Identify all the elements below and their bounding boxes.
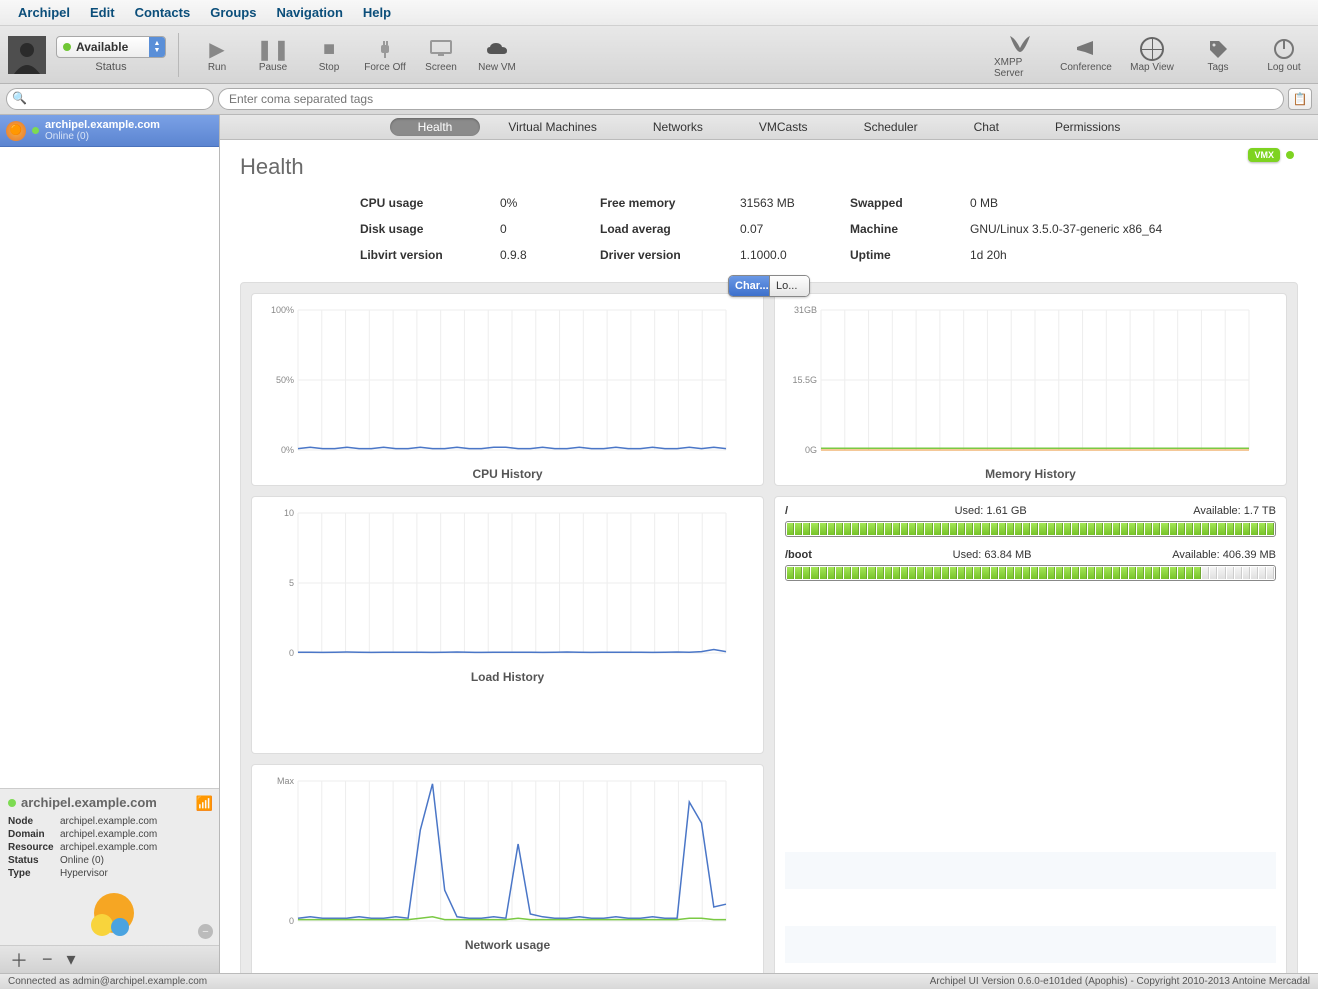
tab-vmcasts[interactable]: VMCasts xyxy=(731,115,836,139)
content-area: Health Virtual Machines Networks VMCasts… xyxy=(220,115,1318,973)
globe-icon xyxy=(1140,36,1164,62)
info-panel: 📶 archipel.example.com Nodearchipel.exam… xyxy=(0,788,219,945)
pause-button[interactable]: ❚❚Pause xyxy=(247,36,299,73)
svg-text:0G: 0G xyxy=(805,445,817,455)
memory-chart: 0G15.5G31GB Memory History xyxy=(774,293,1287,486)
svg-text:0: 0 xyxy=(289,648,294,658)
cpu-chart: 0%50%100% CPU History xyxy=(251,293,764,486)
segmented-control: Char... Lo... xyxy=(728,275,810,297)
signal-icon: 📶 xyxy=(196,795,213,812)
tab-networks[interactable]: Networks xyxy=(625,115,731,139)
roster-item[interactable]: 🟠 archipel.example.com Online (0) xyxy=(0,115,219,147)
play-icon: ▶ xyxy=(209,36,224,62)
status-value: Available xyxy=(76,40,128,54)
monitor-icon xyxy=(430,36,452,62)
megaphone-icon xyxy=(1075,36,1097,62)
conference-button[interactable]: Conference xyxy=(1060,36,1112,73)
collapse-button[interactable]: − xyxy=(198,924,213,939)
pause-icon: ❚❚ xyxy=(256,36,290,62)
stats-grid: CPU usage0% Free memory31563 MB Swapped0… xyxy=(360,196,1298,262)
connection-status: Connected as admin@archipel.example.com xyxy=(8,976,207,987)
hypervisor-avatar-icon xyxy=(8,889,211,941)
cloud-icon xyxy=(485,36,509,62)
hypervisor-icon: 🟠 xyxy=(6,121,26,141)
roster-sub: Online (0) xyxy=(45,131,160,142)
roster-name: archipel.example.com xyxy=(45,119,160,131)
power-icon xyxy=(1273,36,1295,62)
svg-text:0: 0 xyxy=(289,916,294,926)
svg-text:50%: 50% xyxy=(276,375,294,385)
svg-text:31GB: 31GB xyxy=(794,305,817,315)
svg-text:100%: 100% xyxy=(271,305,294,315)
tab-health[interactable]: Health xyxy=(390,118,481,136)
xmpp-button[interactable]: XMPP Server xyxy=(994,31,1046,79)
search-input[interactable] xyxy=(6,88,214,110)
tab-scheduler[interactable]: Scheduler xyxy=(836,115,946,139)
disk-row: /bootUsed: 63.84 MBAvailable: 406.39 MB xyxy=(785,549,1276,581)
main-toolbar: Available ▲▼ Status ▶Run ❚❚Pause ■Stop F… xyxy=(0,26,1318,84)
stop-icon: ■ xyxy=(323,36,335,62)
seg-logs[interactable]: Lo... xyxy=(769,276,809,296)
tags-input[interactable] xyxy=(218,88,1284,110)
tab-permissions[interactable]: Permissions xyxy=(1027,115,1148,139)
tag-apply-button[interactable]: 📋 xyxy=(1288,88,1312,110)
load-chart: 0510 Load History xyxy=(251,496,764,754)
tags-button[interactable]: Tags xyxy=(1192,36,1244,73)
menu-archipel[interactable]: Archipel xyxy=(8,3,80,22)
svg-text:10: 10 xyxy=(284,508,294,518)
tab-chat[interactable]: Chat xyxy=(946,115,1027,139)
menu-bar: Archipel Edit Contacts Groups Navigation… xyxy=(0,0,1318,26)
status-dropdown[interactable]: Available ▲▼ xyxy=(56,36,166,58)
menu-edit[interactable]: Edit xyxy=(80,3,125,22)
page-title: Health xyxy=(240,154,1298,180)
version-info: Archipel UI Version 0.6.0-e101ded (Apoph… xyxy=(930,976,1310,987)
xmpp-icon xyxy=(1008,31,1032,57)
menu-navigation[interactable]: Navigation xyxy=(266,3,352,22)
svg-text:0%: 0% xyxy=(281,445,294,455)
health-dot-icon xyxy=(1286,151,1294,159)
plug-icon xyxy=(375,36,395,62)
menu-help[interactable]: Help xyxy=(353,3,401,22)
chevron-updown-icon: ▲▼ xyxy=(149,37,165,57)
add-button[interactable]: ＋ xyxy=(10,947,28,973)
status-label: Status xyxy=(95,61,126,73)
svg-text:Max: Max xyxy=(277,776,295,786)
screen-button[interactable]: Screen xyxy=(415,36,467,73)
seg-charts[interactable]: Char... xyxy=(729,276,769,296)
status-bar: Connected as admin@archipel.example.com … xyxy=(0,973,1318,989)
disk-row: /Used: 1.61 GBAvailable: 1.7 TB xyxy=(785,505,1276,537)
remove-button[interactable]: − xyxy=(42,949,53,970)
forceoff-button[interactable]: Force Off xyxy=(359,36,411,73)
tag-icon xyxy=(1207,36,1229,62)
newvm-button[interactable]: New VM xyxy=(471,36,523,73)
network-chart: 0Max Network usage xyxy=(251,764,764,974)
tag-bar: 📋 xyxy=(0,84,1318,115)
avatar[interactable] xyxy=(8,36,46,74)
run-button[interactable]: ▶Run xyxy=(191,36,243,73)
group-dropdown-button[interactable]: ▾ xyxy=(67,949,76,970)
clipboard-icon: 📋 xyxy=(1293,92,1308,106)
vmx-badge: VMX xyxy=(1248,148,1280,162)
sidebar: 🟠 archipel.example.com Online (0) 📶 arch… xyxy=(0,115,220,973)
svg-text:5: 5 xyxy=(289,578,294,588)
logout-button[interactable]: Log out xyxy=(1258,36,1310,73)
menu-groups[interactable]: Groups xyxy=(200,3,266,22)
chart-area: Char... Lo... 0%50%100% CPU History 0G15… xyxy=(240,282,1298,973)
disks-panel: /Used: 1.61 GBAvailable: 1.7 TB /bootUse… xyxy=(774,496,1287,973)
presence-dot-icon xyxy=(32,127,39,134)
mapview-button[interactable]: Map View xyxy=(1126,36,1178,73)
tab-vms[interactable]: Virtual Machines xyxy=(480,115,625,139)
menu-contacts[interactable]: Contacts xyxy=(125,3,201,22)
stop-button[interactable]: ■Stop xyxy=(303,36,355,73)
svg-text:15.5G: 15.5G xyxy=(792,375,817,385)
sidebar-toolbar: ＋ − ▾ xyxy=(0,945,219,973)
tab-bar: Health Virtual Machines Networks VMCasts… xyxy=(220,115,1318,140)
